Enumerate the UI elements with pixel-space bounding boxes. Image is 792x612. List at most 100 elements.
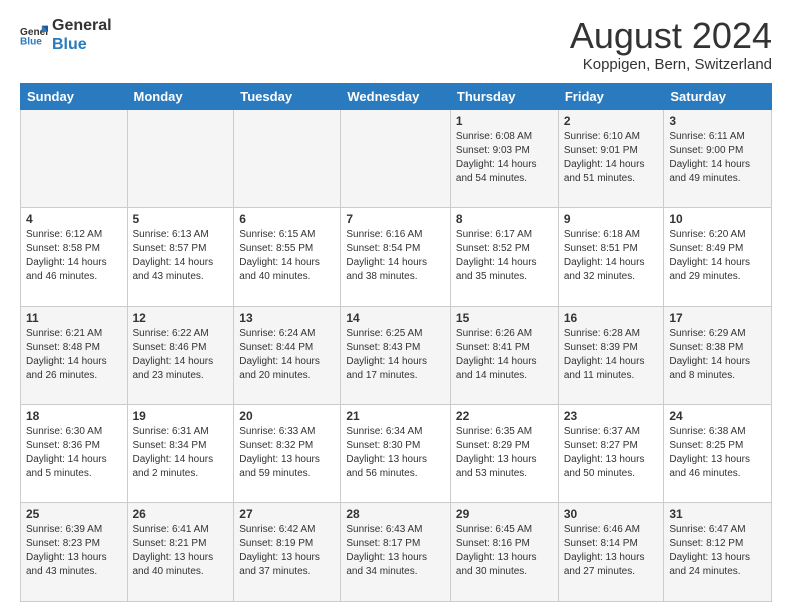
calendar-cell: 14Sunrise: 6:25 AM Sunset: 8:43 PM Dayli… [341,306,451,404]
day-info: Sunrise: 6:43 AM Sunset: 8:17 PM Dayligh… [346,523,445,579]
calendar-header-row: SundayMondayTuesdayWednesdayThursdayFrid… [21,83,772,109]
calendar-cell: 4Sunrise: 6:12 AM Sunset: 8:58 PM Daylig… [21,208,128,306]
day-info: Sunrise: 6:17 AM Sunset: 8:52 PM Dayligh… [456,228,553,284]
logo-general: General [52,16,112,35]
day-info: Sunrise: 6:15 AM Sunset: 8:55 PM Dayligh… [239,228,335,284]
calendar-cell: 5 Sunrise: 6:13 AM Sunset: 8:57 PM Daylig… [127,208,234,306]
calendar-cell: 20Sunrise: 6:33 AM Sunset: 8:32 PM Dayli… [234,405,341,503]
day-info: Sunrise: 6:41 AM Sunset: 8:21 PM Dayligh… [133,523,229,579]
day-info: Sunrise: 6:16 AM Sunset: 8:54 PM Dayligh… [346,228,445,284]
calendar-cell: 10 Sunrise: 6:20 AM Sunset: 8:49 PM Dayli… [664,208,772,306]
day-info: Sunrise: 6:26 AM Sunset: 8:41 PM Dayligh… [456,327,553,383]
day-info: Sunrise: 6:29 AM Sunset: 8:38 PM Dayligh… [669,327,766,383]
day-number: 11 [26,311,122,325]
calendar-cell: 16Sunrise: 6:28 AM Sunset: 8:39 PM Dayli… [558,306,664,404]
day-number: 26 [133,507,229,521]
day-info: Sunrise: 6:20 AM Sunset: 8:49 PM Dayligh… [669,228,766,284]
day-info: Sunrise: 6:37 AM Sunset: 8:27 PM Dayligh… [564,425,659,481]
logo-blue: Blue [52,35,112,54]
day-number: 21 [346,409,445,423]
day-number: 23 [564,409,659,423]
calendar-cell: 17 Sunrise: 6:29 AM Sunset: 8:38 PM Dayli… [664,306,772,404]
calendar-cell: 18 Sunrise: 6:30 AM Sunset: 8:36 PM Dayli… [21,405,128,503]
day-number: 30 [564,507,659,521]
day-info: Sunrise: 6:39 AM Sunset: 8:23 PM Dayligh… [26,523,122,579]
day-number: 19 [133,409,229,423]
calendar-cell: 31Sunrise: 6:47 AM Sunset: 8:12 PM Dayli… [664,503,772,602]
col-header-thursday: Thursday [450,83,558,109]
day-info: Sunrise: 6:30 AM Sunset: 8:36 PM Dayligh… [26,425,122,481]
col-header-saturday: Saturday [664,83,772,109]
calendar-week-row: 1 Sunrise: 6:08 AM Sunset: 9:03 PM Daylig… [21,109,772,207]
day-info: Sunrise: 6:35 AM Sunset: 8:29 PM Dayligh… [456,425,553,481]
calendar-cell [21,109,128,207]
svg-text:Blue: Blue [20,37,42,48]
col-header-sunday: Sunday [21,83,128,109]
day-number: 17 [669,311,766,325]
calendar-week-row: 4Sunrise: 6:12 AM Sunset: 8:58 PM Daylig… [21,208,772,306]
day-number: 18 [26,409,122,423]
day-number: 24 [669,409,766,423]
month-title: August 2024 [570,16,772,56]
calendar-cell [127,109,234,207]
col-header-friday: Friday [558,83,664,109]
day-number: 12 [133,311,229,325]
calendar-cell: 8Sunrise: 6:17 AM Sunset: 8:52 PM Daylig… [450,208,558,306]
day-number: 27 [239,507,335,521]
calendar-cell: 22Sunrise: 6:35 AM Sunset: 8:29 PM Dayli… [450,405,558,503]
calendar-cell: 3 Sunrise: 6:11 AM Sunset: 9:00 PM Daylig… [664,109,772,207]
calendar-cell: 1 Sunrise: 6:08 AM Sunset: 9:03 PM Daylig… [450,109,558,207]
day-number: 14 [346,311,445,325]
calendar-cell: 24Sunrise: 6:38 AM Sunset: 8:25 PM Dayli… [664,405,772,503]
day-number: 3 [669,114,766,128]
day-info: Sunrise: 6:22 AM Sunset: 8:46 PM Dayligh… [133,327,229,383]
day-number: 1 [456,114,553,128]
calendar-week-row: 18 Sunrise: 6:30 AM Sunset: 8:36 PM Dayli… [21,405,772,503]
col-header-monday: Monday [127,83,234,109]
calendar-cell: 30 Sunrise: 6:46 AM Sunset: 8:14 PM Dayli… [558,503,664,602]
page-header: General Blue General Blue August 2024 Ko… [20,16,772,73]
day-number: 10 [669,212,766,226]
day-info: Sunrise: 6:34 AM Sunset: 8:30 PM Dayligh… [346,425,445,481]
calendar-cell: 29 Sunrise: 6:45 AM Sunset: 8:16 PM Dayli… [450,503,558,602]
calendar-cell: 6 Sunrise: 6:15 AM Sunset: 8:55 PM Daylig… [234,208,341,306]
day-info: Sunrise: 6:42 AM Sunset: 8:19 PM Dayligh… [239,523,335,579]
calendar-week-row: 25 Sunrise: 6:39 AM Sunset: 8:23 PM Dayli… [21,503,772,602]
logo-icon: General Blue [20,21,48,49]
day-number: 25 [26,507,122,521]
day-number: 4 [26,212,122,226]
logo: General Blue General Blue [20,16,112,54]
calendar-cell: 26 Sunrise: 6:41 AM Sunset: 8:21 PM Dayli… [127,503,234,602]
day-number: 6 [239,212,335,226]
day-number: 7 [346,212,445,226]
day-number: 15 [456,311,553,325]
day-number: 29 [456,507,553,521]
calendar-cell: 13Sunrise: 6:24 AM Sunset: 8:44 PM Dayli… [234,306,341,404]
day-info: Sunrise: 6:45 AM Sunset: 8:16 PM Dayligh… [456,523,553,579]
col-header-tuesday: Tuesday [234,83,341,109]
day-info: Sunrise: 6:13 AM Sunset: 8:57 PM Dayligh… [133,228,229,284]
day-info: Sunrise: 6:11 AM Sunset: 9:00 PM Dayligh… [669,130,766,186]
calendar-cell: 19Sunrise: 6:31 AM Sunset: 8:34 PM Dayli… [127,405,234,503]
day-info: Sunrise: 6:28 AM Sunset: 8:39 PM Dayligh… [564,327,659,383]
calendar-cell: 11 Sunrise: 6:21 AM Sunset: 8:48 PM Dayli… [21,306,128,404]
day-number: 28 [346,507,445,521]
calendar-table: SundayMondayTuesdayWednesdayThursdayFrid… [20,83,772,602]
day-number: 5 [133,212,229,226]
calendar-cell: 27 Sunrise: 6:42 AM Sunset: 8:19 PM Dayli… [234,503,341,602]
day-info: Sunrise: 6:10 AM Sunset: 9:01 PM Dayligh… [564,130,659,186]
calendar-cell: 7 Sunrise: 6:16 AM Sunset: 8:54 PM Daylig… [341,208,451,306]
calendar-cell: 21 Sunrise: 6:34 AM Sunset: 8:30 PM Dayli… [341,405,451,503]
day-info: Sunrise: 6:21 AM Sunset: 8:48 PM Dayligh… [26,327,122,383]
day-number: 31 [669,507,766,521]
day-number: 20 [239,409,335,423]
calendar-cell: 15 Sunrise: 6:26 AM Sunset: 8:41 PM Dayli… [450,306,558,404]
calendar-cell [234,109,341,207]
calendar-cell: 23 Sunrise: 6:37 AM Sunset: 8:27 PM Dayli… [558,405,664,503]
calendar-cell: 9Sunrise: 6:18 AM Sunset: 8:51 PM Daylig… [558,208,664,306]
location: Koppigen, Bern, Switzerland [570,56,772,73]
day-info: Sunrise: 6:46 AM Sunset: 8:14 PM Dayligh… [564,523,659,579]
day-info: Sunrise: 6:08 AM Sunset: 9:03 PM Dayligh… [456,130,553,186]
day-number: 9 [564,212,659,226]
day-info: Sunrise: 6:24 AM Sunset: 8:44 PM Dayligh… [239,327,335,383]
